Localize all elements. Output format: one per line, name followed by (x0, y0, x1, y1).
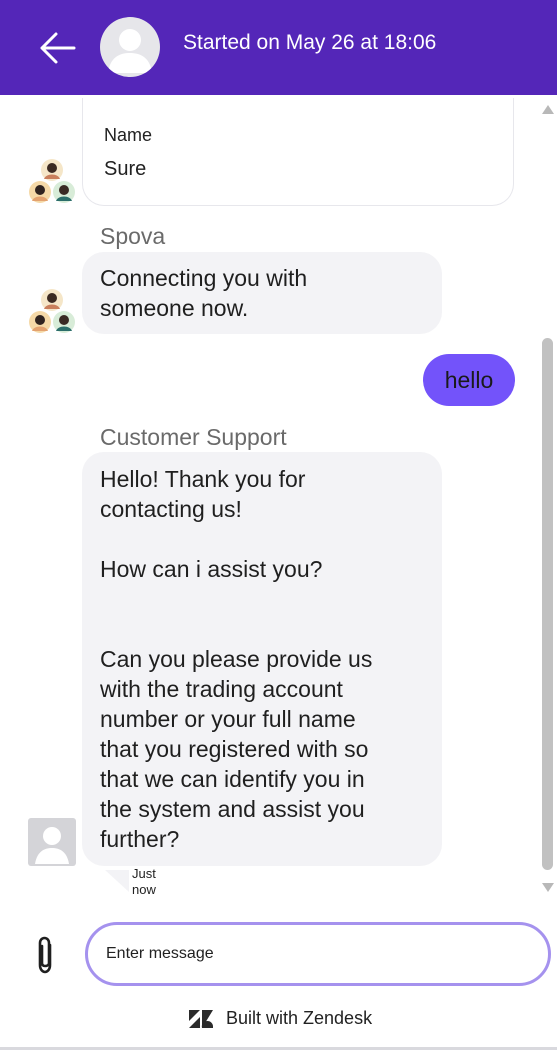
user-message-bubble: hello (423, 354, 515, 406)
message-line: How can i assist you? (100, 556, 323, 582)
message-spacer (100, 614, 442, 644)
conversation-title: Started on May 26 at 18:06 (183, 31, 437, 54)
zendesk-logo-icon (189, 1010, 213, 1028)
message-scrollbar[interactable] (537, 95, 557, 900)
footer-label: Built with Zendesk (226, 1008, 373, 1028)
person-placeholder-icon (35, 827, 69, 864)
bubble-tail-icon (105, 870, 129, 892)
message-line: further? (100, 826, 180, 852)
form-field-value: Sure (104, 158, 147, 180)
bot-group-avatar-icon (29, 159, 75, 203)
message-line: that you registered with so (100, 736, 369, 762)
timestamp-line: now (132, 882, 156, 897)
bot-message-bubble: Connecting you with someone now. (82, 252, 442, 334)
chat-header: Started on May 26 at 18:06 (0, 0, 557, 95)
message-line: number or your full name (100, 706, 356, 732)
scroll-thumb[interactable] (542, 338, 553, 870)
message-spacer (100, 584, 442, 614)
message-line: that we can identify you in (100, 766, 365, 792)
agent-message-bubble: Hello! Thank you for contacting us! How … (82, 452, 442, 866)
message-line: someone now. (100, 295, 249, 321)
message-sender-name: Customer Support (100, 424, 287, 450)
message-line: contacting us! (100, 496, 242, 522)
message-sender-name: Spova (100, 223, 166, 249)
message-timestamp: Just now (105, 866, 185, 900)
form-response-card: Name Sure (82, 98, 514, 206)
message-line: Can you please provide us (100, 646, 373, 672)
arrow-left-icon[interactable] (38, 30, 78, 66)
agent-avatar (100, 17, 160, 77)
message-line: with the trading account (100, 676, 343, 702)
message-line: Connecting you with (100, 265, 308, 291)
scroll-down-arrow-icon[interactable] (542, 883, 554, 892)
message-spacer (100, 524, 442, 554)
person-placeholder-icon (108, 29, 152, 73)
scroll-up-arrow-icon[interactable] (542, 105, 554, 114)
bot-group-avatar-icon (29, 289, 75, 333)
message-line: Hello! Thank you for (100, 466, 306, 492)
agent-avatar (28, 818, 76, 866)
message-line: the system and assist you (100, 796, 365, 822)
timestamp-line: Just (132, 866, 156, 881)
message-input[interactable] (85, 922, 551, 986)
paperclip-icon[interactable] (33, 935, 57, 975)
form-field-label: Name (104, 125, 153, 145)
